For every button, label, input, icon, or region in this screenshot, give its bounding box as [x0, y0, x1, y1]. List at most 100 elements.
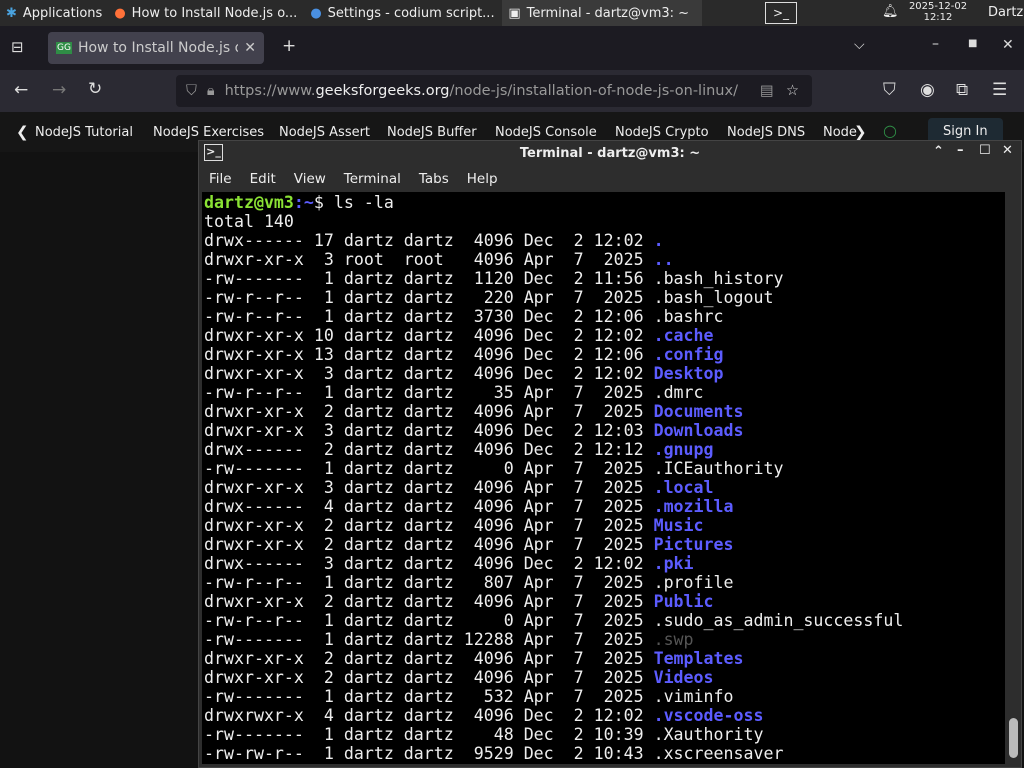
gfg-favicon: GG [56, 42, 72, 54]
listing-row: drwxr-xr-x 2 dartz dartz 4096 Apr 7 2025… [204, 535, 1003, 554]
file-meta: -rw-r--r-- 1 dartz dartz 3730 Dec 2 12:0… [204, 307, 654, 326]
bookmark-star-icon[interactable]: ☆ [786, 83, 799, 99]
task-terminal[interactable]: ▣ Terminal - dartz@vm3: ~ [502, 0, 703, 26]
notification-bell-icon[interactable]: 🔔︎ [882, 4, 899, 19]
shade-icon[interactable]: ⌃ [933, 144, 944, 159]
minimize-icon[interactable]: – [932, 36, 939, 52]
account-icon[interactable]: ◉ [920, 80, 935, 100]
file-name: .xscreensaver [653, 744, 784, 763]
menu-file[interactable]: File [209, 171, 232, 187]
settings-app-icon: ● [310, 5, 322, 21]
listing-row: drwxr-xr-x 3 dartz dartz 4096 Dec 2 12:0… [204, 364, 1003, 383]
new-tab-icon[interactable]: + [282, 36, 296, 56]
reader-view-icon[interactable]: ▤ [760, 83, 774, 99]
file-name: .config [653, 345, 724, 364]
file-meta: drwxr-xr-x 3 dartz dartz 4096 Dec 2 12:0… [204, 421, 654, 440]
file-meta: -rw-rw-r-- 1 dartz dartz 9529 Dec 2 10:4… [204, 744, 654, 763]
pocket-icon[interactable]: ⛉ [883, 80, 896, 100]
listing-row: drwxr-xr-x 2 dartz dartz 4096 Apr 7 2025… [204, 402, 1003, 421]
site-nav-link[interactable]: Node [823, 125, 857, 140]
file-name: .swp [653, 630, 694, 649]
file-meta: -rw------- 1 dartz dartz 0 Apr 7 2025 [204, 459, 654, 478]
scrollbar-thumb[interactable] [1009, 718, 1018, 758]
applications-menu[interactable]: ✱ Applications [0, 0, 108, 26]
search-icon[interactable]: ○ [883, 121, 897, 140]
site-nav-link[interactable]: NodeJS Crypto [615, 125, 709, 140]
file-meta: drwxr-xr-x 3 dartz dartz 4096 Dec 2 12:0… [204, 364, 654, 383]
file-name: .vscode-oss [653, 706, 764, 725]
close-tab-icon[interactable]: ✕ [244, 40, 256, 56]
menu-help[interactable]: Help [467, 171, 498, 187]
file-meta: drwx------ 4 dartz dartz 4096 Apr 7 2025 [204, 497, 654, 516]
file-meta: drwxr-xr-x 2 dartz dartz 4096 Apr 7 2025 [204, 516, 654, 535]
tab-list-icon[interactable]: ⊟ [11, 38, 24, 56]
file-meta: drwx------ 2 dartz dartz 4096 Dec 2 12:1… [204, 440, 654, 459]
close-window-icon[interactable]: ✕ [1002, 37, 1014, 53]
terminal-output[interactable]: dartz@vm3:~$ ls -la total 140 drwx------ 1… [202, 192, 1005, 764]
listing-row: -rw------- 1 dartz dartz 0 Apr 7 2025 .I… [204, 459, 1003, 478]
chevron-right-icon[interactable]: ❯ [854, 123, 867, 141]
workspace-terminal-icon[interactable]: >_ [765, 2, 797, 24]
file-name: .gnupg [653, 440, 714, 459]
file-name: Videos [653, 668, 714, 687]
extensions-icon[interactable]: ⧉ [956, 80, 968, 100]
file-meta: drwx------ 17 dartz dartz 4096 Dec 2 12:… [204, 231, 654, 250]
listing-row: drwxr-xr-x 3 dartz dartz 4096 Dec 2 12:0… [204, 421, 1003, 440]
chevron-down-icon[interactable]: ⌵ [854, 37, 865, 53]
firefox-icon: ● [114, 5, 126, 21]
reload-icon[interactable]: ↻ [88, 79, 102, 99]
file-meta: drwxr-xr-x 10 dartz dartz 4096 Dec 2 12:… [204, 326, 654, 345]
site-nav-link[interactable]: NodeJS Console [495, 125, 597, 140]
menu-icon[interactable]: ☰ [992, 80, 1007, 100]
scrollbar[interactable] [1007, 192, 1021, 764]
browser-tab[interactable]: GG How to Install Node.js on ✕ [48, 32, 264, 64]
clock[interactable]: 2025-12-02 12:12 [908, 1, 968, 23]
menu-tabs[interactable]: Tabs [419, 171, 449, 187]
file-meta: drwxr-xr-x 2 dartz dartz 4096 Apr 7 2025 [204, 668, 654, 687]
task-settings[interactable]: ● Settings - codium script... [304, 0, 502, 26]
url-bar[interactable]: ⛉ 🔒︎ https://www.geeksforgeeks.org/node-j… [176, 75, 812, 107]
site-nav-link[interactable]: NodeJS Tutorial [35, 125, 133, 140]
maximize-icon[interactable]: ■ [968, 38, 977, 49]
file-meta: -rw------- 1 dartz dartz 12288 Apr 7 202… [204, 630, 654, 649]
file-meta: drwxr-xr-x 2 dartz dartz 4096 Apr 7 2025 [204, 402, 654, 421]
menu-terminal[interactable]: Terminal [344, 171, 401, 187]
listing-row: drwxr-xr-x 13 dartz dartz 4096 Dec 2 12:… [204, 345, 1003, 364]
file-meta: -rw------- 1 dartz dartz 532 Apr 7 2025 [204, 687, 654, 706]
file-meta: -rw-r--r-- 1 dartz dartz 220 Apr 7 2025 [204, 288, 654, 307]
file-meta: drwxr-xr-x 3 dartz dartz 4096 Apr 7 2025 [204, 478, 654, 497]
chevron-left-icon[interactable]: ❮ [16, 123, 29, 141]
listing-row: -rw-r--r-- 1 dartz dartz 3730 Dec 2 12:0… [204, 307, 1003, 326]
file-meta: drwxr-xr-x 2 dartz dartz 4096 Apr 7 2025 [204, 592, 654, 611]
file-name: Desktop [653, 364, 724, 383]
forward-icon[interactable]: → [52, 80, 66, 100]
minimize-icon[interactable]: – [957, 143, 964, 158]
listing-row: -rw-r--r-- 1 dartz dartz 220 Apr 7 2025 … [204, 288, 1003, 307]
file-meta: drwxrwxr-x 4 dartz dartz 4096 Dec 2 12:0… [204, 706, 654, 725]
user-menu[interactable]: Dartz [988, 5, 1023, 20]
listing-row: -rw------- 1 dartz dartz 12288 Apr 7 202… [204, 630, 1003, 649]
file-name: .bash_logout [653, 288, 774, 307]
site-nav-link[interactable]: NodeJS DNS [727, 125, 805, 140]
file-name: Templates [653, 649, 744, 668]
site-nav-link[interactable]: NodeJS Assert [279, 125, 370, 140]
listing-row: drwx------ 2 dartz dartz 4096 Dec 2 12:1… [204, 440, 1003, 459]
total-line: total 140 [204, 212, 294, 231]
maximize-icon[interactable]: ☐ [979, 143, 991, 158]
file-name: .mozilla [653, 497, 734, 516]
menu-view[interactable]: View [294, 171, 326, 187]
listing-row: drwxr-xr-x 3 root root 4096 Apr 7 2025 .… [204, 250, 1003, 269]
task-browser[interactable]: ● How to Install Node.js o... [108, 0, 304, 26]
menu-edit[interactable]: Edit [250, 171, 276, 187]
file-name: .dmrc [653, 383, 704, 402]
listing-row: drwxrwxr-x 4 dartz dartz 4096 Dec 2 12:0… [204, 706, 1003, 725]
site-nav-link[interactable]: NodeJS Exercises [153, 125, 264, 140]
site-nav-link[interactable]: NodeJS Buffer [387, 125, 477, 140]
listing-row: -rw-r--r-- 1 dartz dartz 35 Apr 7 2025 .… [204, 383, 1003, 402]
terminal-titlebar[interactable]: >_ Terminal - dartz@vm3: ~ ⌃ – ☐ ✕ [199, 141, 1021, 166]
listing-row: -rw-r--r-- 1 dartz dartz 807 Apr 7 2025 … [204, 573, 1003, 592]
close-icon[interactable]: ✕ [1002, 143, 1013, 158]
file-meta: drwx------ 3 dartz dartz 4096 Dec 2 12:0… [204, 554, 654, 573]
back-icon[interactable]: ← [14, 80, 28, 100]
listing-row: drwxr-xr-x 3 dartz dartz 4096 Apr 7 2025… [204, 478, 1003, 497]
